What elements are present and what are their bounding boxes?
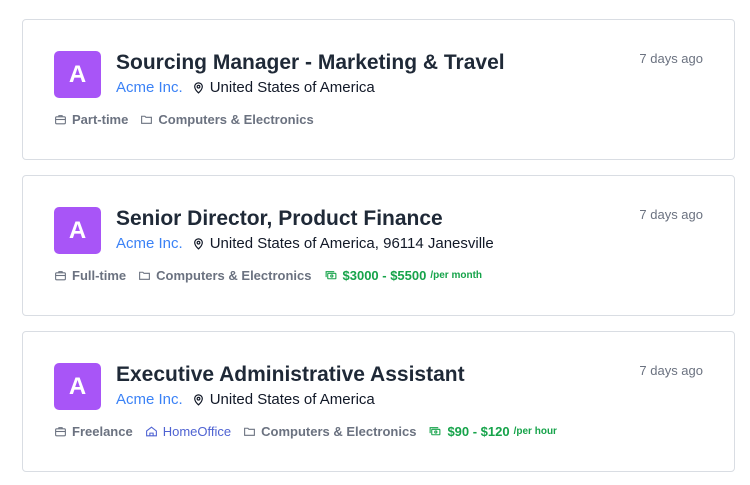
briefcase-icon	[54, 425, 67, 438]
salary-period: /per month	[430, 270, 483, 281]
folder-icon	[243, 425, 256, 438]
money-bills-icon	[324, 269, 338, 282]
employment-type-tag: Part-time	[54, 112, 128, 127]
briefcase-icon	[54, 269, 67, 282]
job-location: United States of America, 96114 Janesvil…	[209, 235, 494, 252]
category-tag: Computers & Electronics	[243, 424, 416, 439]
job-tags: Full-time Computers & Electronics $3000 …	[54, 268, 494, 283]
company-avatar: A	[54, 51, 101, 98]
home-icon	[145, 425, 158, 438]
salary-range: $90 - $120	[447, 424, 510, 439]
briefcase-icon	[54, 113, 67, 126]
salary-period: /per hour	[513, 426, 557, 437]
job-meta: Acme Inc. United States of America	[116, 79, 375, 96]
company-link[interactable]: Acme Inc.	[116, 79, 183, 96]
salary-tag: $90 - $120 /per hour	[428, 424, 557, 439]
company-avatar: A	[54, 207, 101, 254]
map-pin-icon	[192, 393, 205, 407]
job-meta: Acme Inc. United States of America	[116, 391, 375, 408]
job-location: United States of America	[209, 79, 375, 96]
category-label: Computers & Electronics	[156, 268, 312, 283]
category-label: Computers & Electronics	[158, 112, 314, 127]
job-card[interactable]: A Senior Director, Product Finance Acme …	[22, 175, 735, 316]
category-tag: Computers & Electronics	[140, 112, 314, 127]
category-tag: Computers & Electronics	[138, 268, 312, 283]
map-pin-icon	[192, 81, 205, 95]
job-title[interactable]: Executive Administrative Assistant	[116, 363, 465, 387]
employment-type-tag: Full-time	[54, 268, 126, 283]
job-card[interactable]: A Sourcing Manager - Marketing & Travel …	[22, 19, 735, 160]
job-card[interactable]: A Executive Administrative Assistant Acm…	[22, 331, 735, 472]
folder-icon	[140, 113, 153, 126]
folder-icon	[138, 269, 151, 282]
company-avatar: A	[54, 363, 101, 410]
posted-time: 7 days ago	[639, 363, 703, 378]
employment-type-tag: Freelance	[54, 424, 133, 439]
posted-time: 7 days ago	[639, 207, 703, 222]
salary-tag: $3000 - $5500 /per month	[324, 268, 483, 283]
salary-range: $3000 - $5500	[342, 268, 427, 283]
job-title[interactable]: Sourcing Manager - Marketing & Travel	[116, 51, 505, 75]
job-title[interactable]: Senior Director, Product Finance	[116, 207, 443, 231]
remote-label: HomeOffice	[162, 424, 232, 439]
money-bills-icon	[428, 425, 442, 438]
category-label: Computers & Electronics	[261, 424, 417, 439]
employment-type-label: Freelance	[72, 424, 133, 439]
posted-time: 7 days ago	[639, 51, 703, 66]
employment-type-label: Full-time	[72, 268, 127, 283]
remote-tag: HomeOffice	[145, 424, 231, 439]
employment-type-label: Part-time	[72, 112, 129, 127]
map-pin-icon	[192, 237, 205, 251]
job-meta: Acme Inc. United States of America, 9611…	[116, 235, 494, 252]
job-tags: Part-time Computers & Electronics	[54, 112, 326, 127]
company-link[interactable]: Acme Inc.	[116, 235, 183, 252]
company-link[interactable]: Acme Inc.	[116, 391, 183, 408]
job-tags: Freelance HomeOffice Computers & Electro…	[54, 424, 569, 439]
job-location: United States of America	[209, 391, 375, 408]
